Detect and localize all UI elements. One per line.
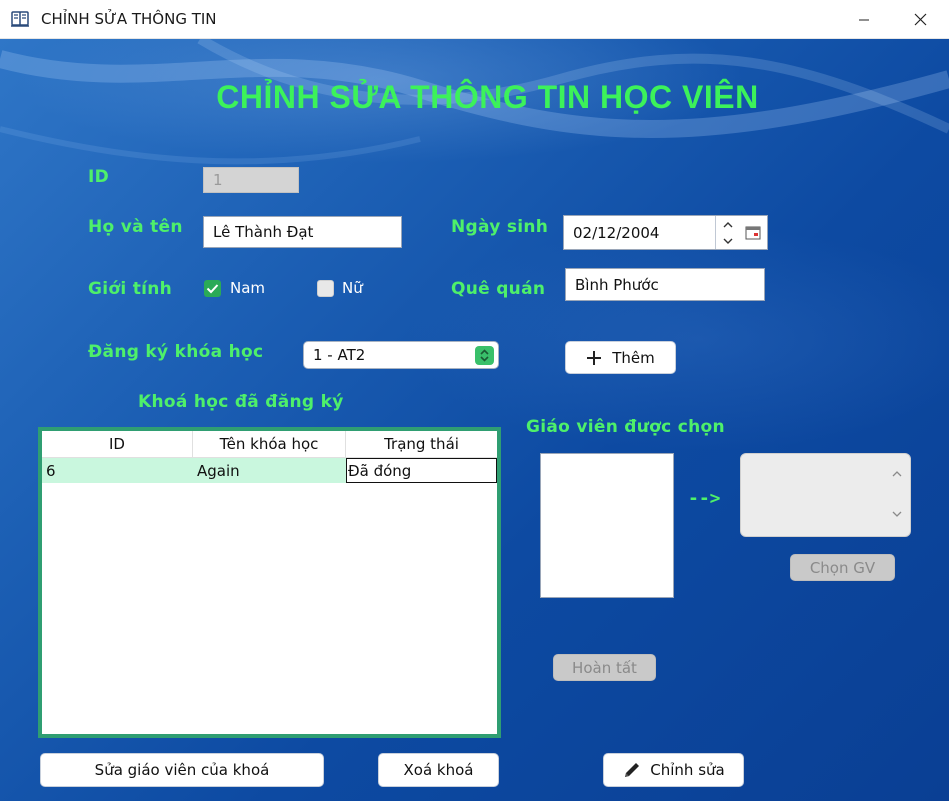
plus-icon <box>587 350 602 365</box>
cell-status[interactable]: Đã đóng <box>346 458 497 483</box>
book-logo-icon <box>11 11 29 27</box>
column-header-course-name[interactable]: Tên khóa học <box>193 431 346 457</box>
minimize-icon <box>859 19 869 20</box>
teacher-list[interactable] <box>540 453 674 598</box>
course-selected-value: 1 - AT2 <box>313 346 366 364</box>
edit-button-label: Chỉnh sửa <box>650 761 725 779</box>
column-header-id[interactable]: ID <box>42 431 193 457</box>
chevron-up-icon[interactable] <box>891 470 903 478</box>
chevron-down-icon[interactable] <box>721 235 735 247</box>
minimize-button[interactable] <box>841 0 887 39</box>
dob-divider <box>715 216 716 249</box>
transfer-arrow: --> <box>688 488 721 509</box>
title-bar: CHỈNH SỬA THÔNG TIN <box>0 0 949 39</box>
chevron-down-icon[interactable] <box>891 510 903 518</box>
id-label: ID <box>88 167 110 187</box>
registered-courses-table[interactable]: ID Tên khóa học Trạng thái 6 Again Đã đó… <box>38 427 501 738</box>
pencil-icon <box>625 763 640 777</box>
page-title: CHỈNH SỬA THÔNG TIN HỌC VIÊN <box>216 79 759 115</box>
table-row[interactable]: 6 Again Đã đóng <box>42 458 497 483</box>
course-select-toggle[interactable] <box>475 346 494 365</box>
choose-teacher-button[interactable]: Chọn GV <box>790 554 895 581</box>
name-input[interactable]: Lê Thành Đạt <box>203 216 402 248</box>
selected-teacher-title: Giáo viên được chọn <box>526 417 725 437</box>
cell-course-name[interactable]: Again <box>197 458 337 483</box>
gender-male-checkbox[interactable] <box>204 280 221 297</box>
edit-course-teacher-button[interactable]: Sửa giáo viên của khoá <box>40 753 324 787</box>
dob-value: 02/12/2004 <box>573 224 660 242</box>
edit-student-window: CHỈNH SỬA THÔNG TIN CHỈNH SỬA THÔNG TIN … <box>0 0 949 801</box>
updown-arrow-icon <box>480 349 489 362</box>
close-icon <box>914 13 926 26</box>
gender-female-label[interactable]: Nữ <box>342 279 363 297</box>
dob-picker[interactable]: 02/12/2004 <box>563 215 768 250</box>
done-button[interactable]: Hoàn tất <box>553 654 656 681</box>
id-field: 1 <box>203 167 299 193</box>
edit-button[interactable]: Chỉnh sửa <box>603 753 744 787</box>
course-label: Đăng ký khóa học <box>88 342 264 362</box>
name-label: Họ và tên <box>88 217 183 237</box>
calendar-icon[interactable] <box>745 226 761 240</box>
delete-course-button[interactable]: Xoá khoá <box>378 753 499 787</box>
teacher-select[interactable] <box>740 453 911 537</box>
gender-label: Giới tính <box>88 279 173 299</box>
column-header-status[interactable]: Trạng thái <box>346 431 497 457</box>
chevron-up-icon[interactable] <box>721 219 735 231</box>
add-course-label: Thêm <box>612 348 655 367</box>
table-header: ID Tên khóa học Trạng thái <box>42 431 497 458</box>
add-course-button[interactable]: Thêm <box>565 341 676 374</box>
hometown-input[interactable]: Bình Phước <box>565 268 765 301</box>
dob-label: Ngày sinh <box>451 217 549 237</box>
window-title: CHỈNH SỬA THÔNG TIN <box>41 10 217 28</box>
checkmark-icon <box>206 284 219 294</box>
gender-male-label[interactable]: Nam <box>230 279 265 297</box>
form-panel: CHỈNH SỬA THÔNG TIN HỌC VIÊN ID 1 Họ và … <box>0 39 949 801</box>
close-button[interactable] <box>897 0 943 39</box>
hometown-label: Quê quán <box>451 279 546 299</box>
cell-id[interactable]: 6 <box>46 458 186 483</box>
registered-courses-title: Khoá học đã đăng ký <box>138 392 344 412</box>
gender-female-checkbox[interactable] <box>317 280 334 297</box>
course-select[interactable]: 1 - AT2 <box>303 341 499 369</box>
